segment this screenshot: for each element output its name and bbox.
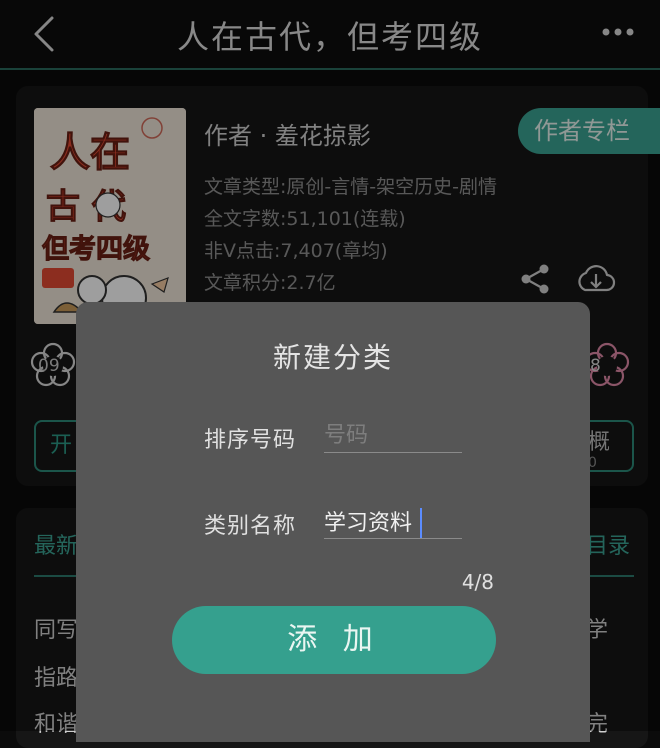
dialog-title: 新建分类 [272, 341, 393, 374]
character-counter: 4/8 [461, 570, 494, 594]
add-button[interactable]: 添 加 [172, 606, 496, 674]
category-name-label: 类别名称 [204, 514, 297, 539]
text-caret [420, 508, 422, 538]
category-name-input[interactable] [324, 504, 462, 539]
sort-number-input[interactable] [324, 418, 462, 453]
new-category-dialog: 新建分类 排序号码 类别名称 4/8 添 加 [76, 302, 590, 742]
sort-number-label: 排序号码 [204, 428, 297, 453]
